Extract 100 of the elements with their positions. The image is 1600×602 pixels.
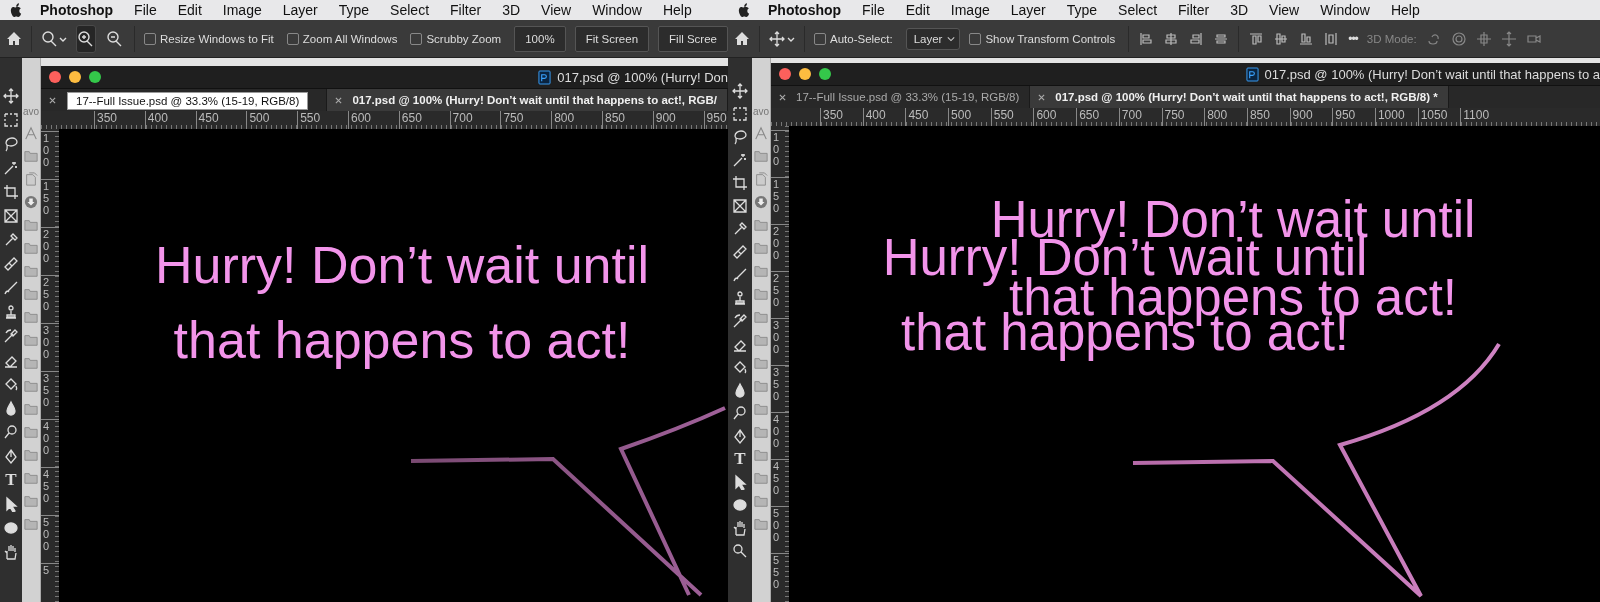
align-icon[interactable] <box>1188 30 1205 47</box>
zoom-button[interactable] <box>89 71 101 83</box>
menu-item[interactable]: View <box>541 2 572 18</box>
history-brush-icon[interactable] <box>3 328 19 344</box>
checkbox[interactable] <box>286 32 299 45</box>
arrow-icon[interactable] <box>3 496 19 512</box>
close-button[interactable] <box>779 68 791 80</box>
drop-icon[interactable] <box>732 382 748 398</box>
menu-item[interactable]: 3D <box>502 2 521 18</box>
move-tool-icon[interactable] <box>769 30 795 47</box>
menu-item[interactable]: Image <box>950 2 990 18</box>
crop-icon[interactable] <box>3 184 19 200</box>
type-tool[interactable]: T <box>734 451 746 467</box>
align-icon[interactable] <box>1138 30 1155 47</box>
minimize-button[interactable] <box>69 71 81 83</box>
apple-logo-icon[interactable] <box>10 2 23 18</box>
ruler-label: 300 <box>43 324 51 361</box>
option-button[interactable]: Fill Scree <box>658 25 728 52</box>
drop-icon[interactable] <box>3 400 19 416</box>
bucket-icon[interactable] <box>3 376 19 392</box>
align-icon[interactable] <box>1323 30 1340 47</box>
more-button[interactable]: ••• <box>1348 31 1358 46</box>
document-tab[interactable]: 017.psd @ 100% (Hurry! Don’t wait until that happens to act!, RGB/8) * <box>1030 86 1449 108</box>
document-tab[interactable]: 017.psd @ 100% (Hurry! Don’t wait until that happens to act!, RGB/ <box>327 89 728 111</box>
type-tool[interactable]: T <box>5 472 17 488</box>
align-icon[interactable] <box>1273 30 1290 47</box>
close-button[interactable] <box>49 71 61 83</box>
zoom-tool-icon[interactable] <box>41 30 67 47</box>
brush-icon[interactable] <box>3 280 19 296</box>
menu-item[interactable]: Edit <box>905 2 930 18</box>
eyedropper-icon[interactable] <box>3 232 19 248</box>
close-tab-icon[interactable] <box>335 96 343 104</box>
pen-icon[interactable] <box>3 448 19 464</box>
move-icon[interactable] <box>732 83 748 99</box>
stamp-icon[interactable] <box>732 290 748 306</box>
zoom-button[interactable] <box>819 68 831 80</box>
bandage-icon[interactable] <box>3 256 19 272</box>
layer-dropdown[interactable]: Layer <box>905 27 961 50</box>
move-icon[interactable] <box>3 88 19 104</box>
bandage-icon[interactable] <box>732 244 748 260</box>
menu-item[interactable]: Window <box>592 2 642 18</box>
zoom-in-button[interactable] <box>76 24 97 53</box>
menu-item[interactable]: File <box>134 2 157 18</box>
frame-icon[interactable] <box>3 208 19 224</box>
menu-item[interactable]: View <box>1269 2 1300 18</box>
search-icon[interactable] <box>732 543 748 559</box>
arrow-icon[interactable] <box>732 474 748 490</box>
menu-item[interactable]: Filter <box>1178 2 1210 18</box>
menu-item[interactable]: Edit <box>177 2 202 18</box>
zoom-field[interactable]: 100% <box>514 25 566 52</box>
menu-item[interactable]: 3D <box>1230 2 1249 18</box>
eyedropper-icon[interactable] <box>732 221 748 237</box>
checkbox[interactable] <box>969 32 982 45</box>
stamp-icon[interactable] <box>3 304 19 320</box>
home-icon[interactable] <box>734 30 750 47</box>
menu-item[interactable]: Image <box>222 2 262 18</box>
lasso-icon[interactable] <box>732 129 748 145</box>
checkbox[interactable] <box>814 32 826 45</box>
close-tab-icon[interactable] <box>49 96 56 104</box>
align-icon[interactable] <box>1163 30 1180 47</box>
align-icon[interactable] <box>1298 30 1315 47</box>
checkbox[interactable] <box>144 32 157 45</box>
menu-item[interactable]: Filter <box>450 2 482 18</box>
menu-item[interactable]: Layer <box>1010 2 1046 18</box>
menu-item[interactable]: Window <box>1320 2 1370 18</box>
brush-icon[interactable] <box>732 267 748 283</box>
close-tab-icon[interactable] <box>779 93 786 101</box>
close-tab-icon[interactable] <box>1038 93 1046 101</box>
marquee-icon[interactable] <box>732 106 748 122</box>
bucket-icon[interactable] <box>732 359 748 375</box>
frame-icon[interactable] <box>732 198 748 214</box>
ruler-label: 800 <box>554 111 575 125</box>
history-brush-icon[interactable] <box>732 313 748 329</box>
wand-icon[interactable] <box>3 160 19 176</box>
menu-item[interactable]: Help <box>1390 2 1420 18</box>
3d-mode-icon[interactable] <box>1475 30 1492 47</box>
app-menu[interactable]: Photoshop <box>768 2 842 18</box>
ruler-label: 850 <box>1249 108 1270 122</box>
app-menu[interactable]: Photoshop <box>40 2 114 18</box>
3d-mode-icon[interactable] <box>1450 30 1467 47</box>
lasso-icon[interactable] <box>3 136 19 152</box>
menu-item[interactable]: Type <box>338 2 370 18</box>
option-button[interactable]: Fit Screen <box>574 25 650 52</box>
menu-item[interactable]: Select <box>1118 2 1158 18</box>
pen-icon[interactable] <box>732 428 748 444</box>
home-icon[interactable] <box>6 30 22 47</box>
wand-icon[interactable] <box>732 152 748 168</box>
menu-item[interactable]: File <box>862 2 885 18</box>
ruler-label: 450 <box>198 111 219 125</box>
marquee-icon[interactable] <box>3 112 19 128</box>
apple-logo-icon[interactable] <box>738 2 751 18</box>
minimize-button[interactable] <box>799 68 811 80</box>
menu-item[interactable]: Type <box>1066 2 1098 18</box>
3d-mode-icon[interactable] <box>1500 30 1517 47</box>
checkbox[interactable] <box>410 32 423 45</box>
menu-item[interactable]: Select <box>390 2 430 18</box>
menu-item[interactable]: Layer <box>282 2 318 18</box>
align-icon[interactable] <box>1248 30 1265 47</box>
menu-item[interactable]: Help <box>662 2 692 18</box>
crop-icon[interactable] <box>732 175 748 191</box>
